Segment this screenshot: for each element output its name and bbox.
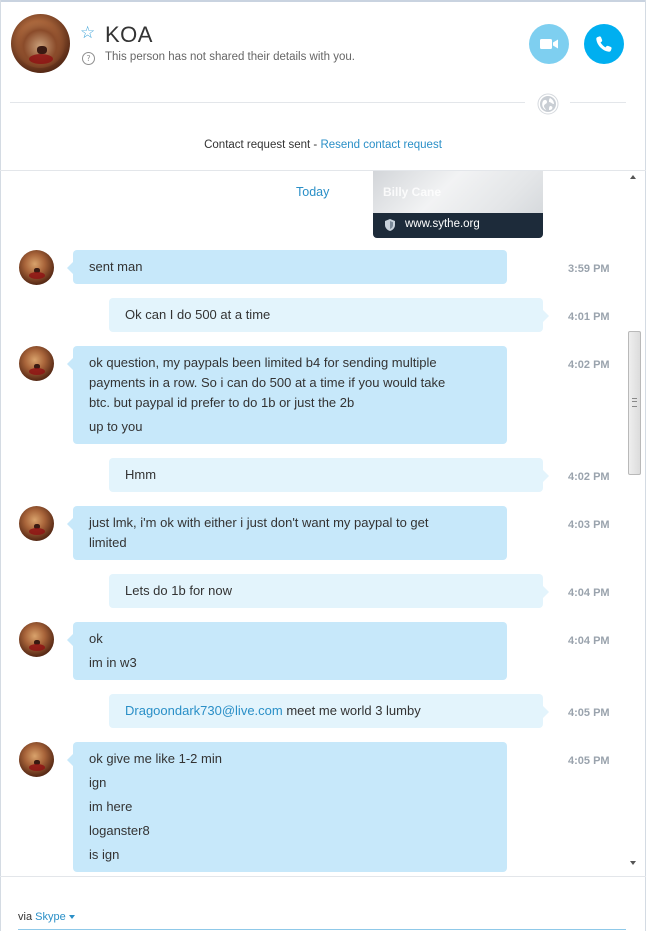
message-timestamp: 4:05 PM (568, 707, 610, 719)
message-text: im in w3 (89, 655, 137, 670)
message-timestamp: 4:02 PM (568, 471, 610, 483)
star-icon[interactable]: ☆ (80, 24, 98, 42)
message-bubble-outgoing[interactable]: Hmm (109, 458, 549, 492)
message-bubble-incoming[interactable]: ok im in w3 (67, 622, 507, 680)
avatar[interactable] (19, 346, 54, 381)
service-dropdown[interactable]: Skype (35, 911, 66, 923)
message-text: ok (89, 631, 103, 646)
message-text: is ign (89, 847, 120, 862)
message-input[interactable] (18, 929, 626, 930)
message-text-rest: meet me world 3 lumby (282, 703, 421, 718)
message-timestamp: 4:03 PM (568, 519, 610, 531)
link-preview-bar: www.sythe.org (373, 213, 543, 238)
message-text: Hmm (125, 467, 157, 482)
avatar[interactable] (19, 250, 54, 285)
header-divider (10, 102, 525, 103)
message-timestamp: 4:01 PM (568, 311, 610, 323)
message-bubble-incoming[interactable]: just lmk, i'm ok with either i just don'… (67, 506, 507, 560)
message-text: Dragoondark730@live.com meet me world 3 … (125, 701, 527, 721)
message-bubble-outgoing[interactable]: Lets do 1b for now (109, 574, 549, 608)
header-divider-right (570, 102, 626, 103)
chevron-down-icon[interactable] (68, 915, 75, 920)
via-label: via (18, 911, 33, 923)
message-timestamp: 4:04 PM (568, 635, 610, 647)
message-text: Ok can I do 500 at a time (125, 307, 271, 322)
contact-name[interactable]: KOA (105, 22, 153, 48)
contact-request-bar: Contact request sent - Resend contact re… (0, 139, 646, 151)
message-bubble-incoming[interactable]: sent man (67, 250, 507, 284)
chat-scrollbar[interactable] (627, 171, 642, 876)
date-separator: Today (296, 185, 330, 199)
globe-icon[interactable] (537, 93, 559, 115)
via-service-selector[interactable]: via Skype (18, 911, 75, 923)
message-text: just lmk, i'm ok with either i just don'… (89, 515, 429, 530)
message-timestamp: 3:59 PM (568, 263, 610, 275)
avatar[interactable] (19, 742, 54, 777)
message-text: btc. but paypal id prefer to do 1b or ju… (89, 395, 355, 410)
message-timestamp: 4:05 PM (568, 755, 610, 767)
scroll-thumb[interactable] (628, 331, 641, 475)
message-text: Lets do 1b for now (125, 583, 232, 598)
message-text: ok give me like 1-2 min (89, 751, 222, 766)
message-bubble-incoming[interactable]: ok question, my paypals been limited b4 … (67, 346, 507, 444)
scroll-down-arrow[interactable] (630, 861, 636, 865)
message-bubble-outgoing[interactable]: Dragoondark730@live.com meet me world 3 … (109, 694, 549, 728)
message-text: payments in a row. So i can do 500 at a … (89, 375, 446, 390)
details-note: This person has not shared their details… (105, 51, 355, 63)
contact-avatar[interactable] (11, 14, 70, 73)
message-bubble-outgoing[interactable]: Ok can I do 500 at a time (109, 298, 549, 332)
email-link[interactable]: Dragoondark730@live.com (125, 703, 283, 718)
message-timestamp: 4:02 PM (568, 359, 610, 371)
avatar[interactable] (19, 622, 54, 657)
message-text: loganster8 (89, 823, 150, 838)
message-text: ign (89, 775, 107, 790)
message-bubble-incoming[interactable]: ok give me like 1-2 min ign im here loga… (67, 742, 507, 872)
message-list[interactable]: Billy Cane www.sythe.org Today sent man … (0, 171, 626, 876)
link-preview-title: Billy Cane (383, 185, 442, 199)
message-text: limited (89, 535, 127, 550)
message-timestamp: 4:04 PM (568, 587, 610, 599)
link-preview-url: www.sythe.org (405, 218, 480, 230)
avatar[interactable] (19, 506, 54, 541)
resend-request-link[interactable]: Resend contact request (320, 139, 441, 151)
message-text: sent man (89, 259, 143, 274)
audio-call-button[interactable] (584, 24, 624, 64)
link-preview-card[interactable]: Billy Cane www.sythe.org (373, 171, 543, 238)
video-call-button[interactable] (529, 24, 569, 64)
shield-icon (385, 219, 395, 231)
phone-icon (596, 36, 612, 52)
scroll-up-arrow[interactable] (630, 175, 636, 179)
message-text: ok question, my paypals been limited b4 … (89, 355, 437, 370)
scroll-grip-icon (632, 398, 637, 407)
message-text: up to you (89, 419, 143, 434)
message-text: im here (89, 799, 133, 814)
footer-divider (0, 876, 646, 877)
conversation-header: ☆ KOA ? This person has not shared their… (0, 0, 646, 115)
info-icon: ? (82, 52, 95, 65)
video-camera-icon (540, 39, 558, 49)
request-status: Contact request sent - (204, 139, 321, 151)
